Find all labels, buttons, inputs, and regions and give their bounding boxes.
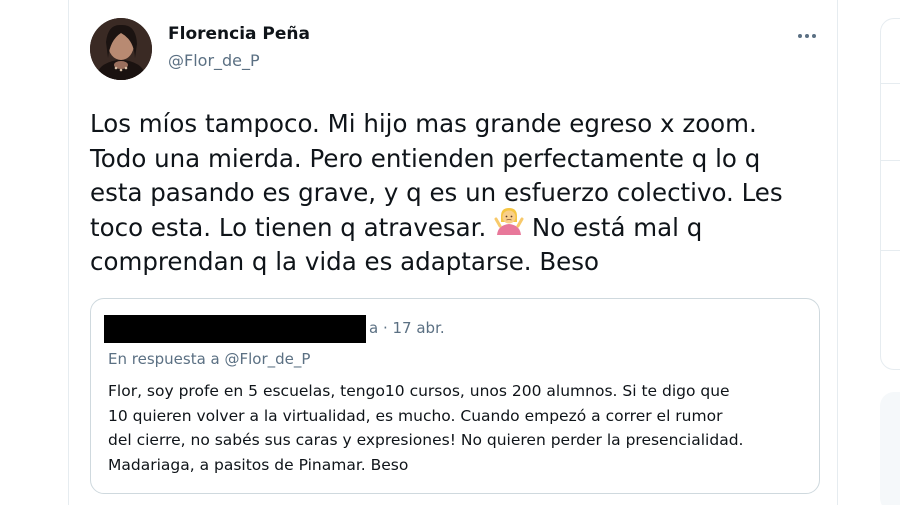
right-sidebar xyxy=(838,0,900,505)
person-shrugging-emoji xyxy=(494,206,524,246)
page: Florencia Peña @Flor_de_P Los míos tampo… xyxy=(0,0,900,505)
tweet-text-line: Todo una mierda. Pero entienden perfecta… xyxy=(90,143,761,173)
avatar-image xyxy=(90,18,152,80)
divider xyxy=(880,83,900,84)
quoted-tweet-text: Flor, soy profe en 5 escuelas, tengo10 c… xyxy=(108,379,808,477)
dot xyxy=(812,34,816,38)
quoted-text-line: Flor, soy profe en 5 escuelas, tengo10 c… xyxy=(108,382,730,400)
tweet-text-line: toco esta. Lo tienen q atravesar. No est… xyxy=(90,207,830,246)
avatar[interactable] xyxy=(90,18,152,80)
tweet[interactable]: Florencia Peña @Flor_de_P Los míos tampo… xyxy=(68,0,838,505)
reply-prefix: En respuesta a xyxy=(108,350,225,368)
quoted-tweet[interactable]: a · 17 abr. En respuesta a @Flor_de_P Fl… xyxy=(90,298,820,494)
tweet-text-line: esta pasando es grave, y q es un esfuerz… xyxy=(90,178,783,207)
tweet-text-line: Los míos tampoco. Mi hijo mas grande egr… xyxy=(90,109,757,138)
more-horizontal-icon[interactable] xyxy=(793,26,821,46)
tweet-text-segment: toco esta. Lo tienen q atravesar. xyxy=(90,212,487,242)
divider xyxy=(880,250,900,251)
tweet-text-segment: No está mal q xyxy=(531,212,703,242)
quoted-text-line: del cierre, no sabés sus caras y expresi… xyxy=(108,431,744,449)
dot xyxy=(805,34,809,38)
quoted-text-line: Madariaga, a pasitos de Pinamar. Beso xyxy=(108,455,409,474)
reply-context: En respuesta a @Flor_de_P xyxy=(108,350,310,368)
redaction-bar xyxy=(104,315,366,343)
divider xyxy=(880,160,900,161)
author-name[interactable]: Florencia Peña xyxy=(168,24,310,44)
reply-handle-link[interactable]: @Flor_de_P xyxy=(225,350,311,368)
tweet-text-line: comprendan q la vida es adaptarse. Beso xyxy=(90,247,599,277)
dot xyxy=(798,34,802,38)
sidebar-card xyxy=(880,392,900,505)
author-handle[interactable]: @Flor_de_P xyxy=(168,51,260,70)
tweet-text: Los míos tampoco. Mi hijo mas grande egr… xyxy=(90,107,830,280)
quoted-tweet-meta: a · 17 abr. xyxy=(369,319,445,337)
quoted-text-line: 10 quieren volver a la virtualidad, es m… xyxy=(108,406,723,425)
sidebar-card xyxy=(880,18,900,370)
left-gutter xyxy=(0,0,68,505)
